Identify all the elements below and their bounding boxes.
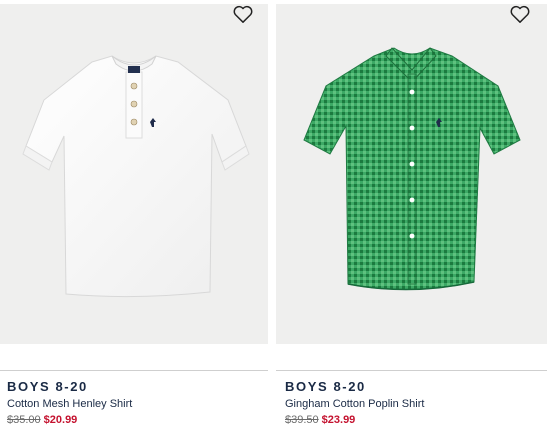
product-card[interactable]: BOYS 8-20 Gingham Cotton Poplin Shirt $3… (276, 4, 547, 428)
sale-price: $23.99 (321, 414, 356, 426)
product-price: $39.50 $23.99 (285, 414, 355, 426)
product-name[interactable]: Gingham Cotton Poplin Shirt (285, 398, 424, 410)
henley-shirt-image (22, 55, 250, 298)
heart-icon[interactable] (509, 4, 531, 24)
product-card[interactable]: BOYS 8-20 Cotton Mesh Henley Shirt $35.0… (0, 4, 268, 428)
product-image[interactable] (0, 4, 268, 344)
gingham-shirt-image (303, 47, 521, 291)
heart-icon[interactable] (232, 4, 254, 24)
sale-price: $20.99 (43, 414, 78, 426)
product-category[interactable]: BOYS 8-20 (285, 379, 366, 394)
original-price: $35.00 (7, 414, 41, 426)
product-category[interactable]: BOYS 8-20 (7, 379, 88, 394)
product-image[interactable] (276, 4, 547, 344)
original-price: $39.50 (285, 414, 319, 426)
divider (0, 370, 268, 371)
divider (276, 370, 547, 371)
product-grid: BOYS 8-20 Cotton Mesh Henley Shirt $35.0… (0, 0, 551, 428)
product-name[interactable]: Cotton Mesh Henley Shirt (7, 398, 132, 410)
product-price: $35.00 $20.99 (7, 414, 77, 426)
